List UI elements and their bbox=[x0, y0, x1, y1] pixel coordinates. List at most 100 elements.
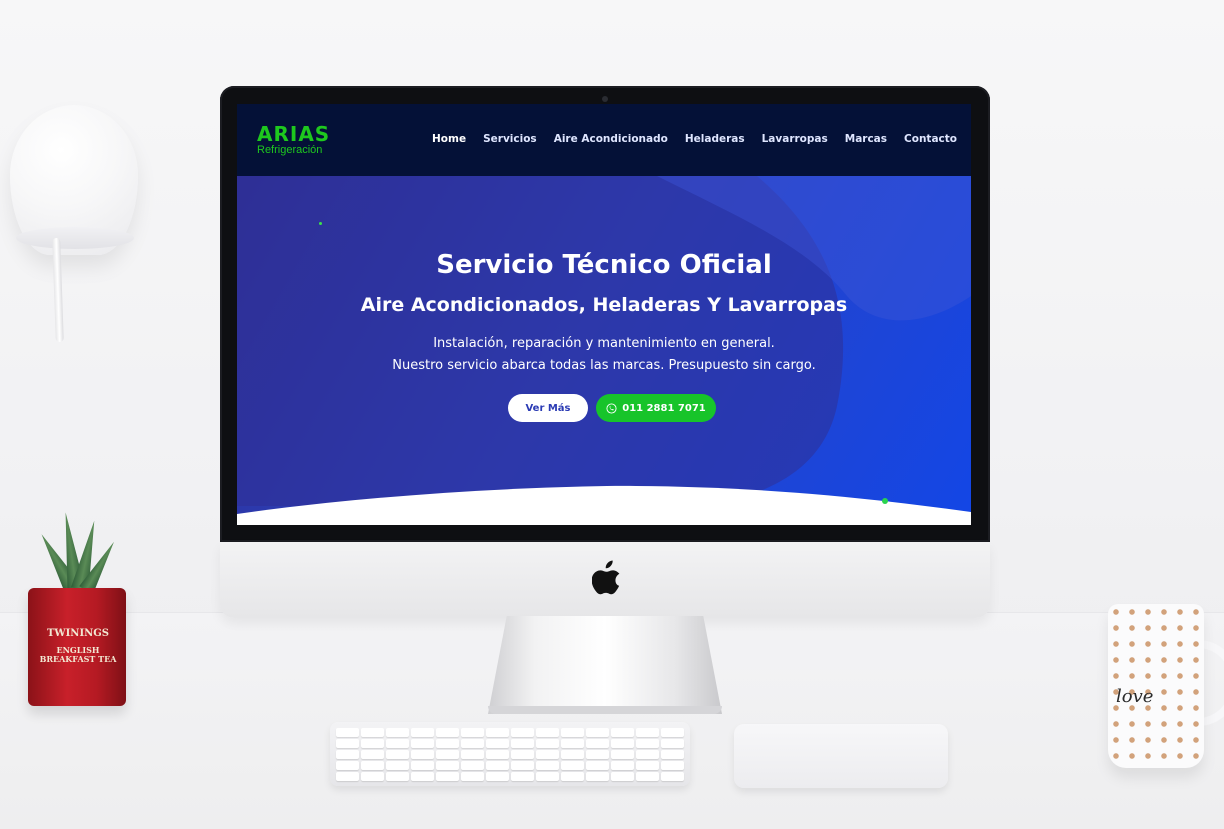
keyboard-key bbox=[411, 750, 434, 759]
mug-text: love bbox=[1116, 686, 1154, 707]
keyboard-key bbox=[336, 750, 359, 759]
keyboard-key bbox=[386, 761, 409, 770]
keyboard-key bbox=[511, 772, 534, 781]
keyboard-key bbox=[461, 739, 484, 748]
desk-lamp-shade bbox=[10, 105, 138, 255]
keyboard-key bbox=[661, 739, 684, 748]
keyboard-key bbox=[361, 728, 384, 737]
keyboard bbox=[330, 722, 690, 786]
keyboard-key bbox=[586, 750, 609, 759]
keyboard-key bbox=[361, 739, 384, 748]
keyboard-key bbox=[386, 739, 409, 748]
keyboard-key bbox=[611, 728, 634, 737]
keyboard-key bbox=[436, 739, 459, 748]
nav-heladeras[interactable]: Heladeras bbox=[685, 133, 745, 145]
nav-aire-acondicionado[interactable]: Aire Acondicionado bbox=[554, 133, 668, 145]
hero-description-line-2: Nuestro servicio abarca todas las marcas… bbox=[392, 358, 816, 373]
keyboard-key bbox=[561, 739, 584, 748]
keyboard-key bbox=[461, 728, 484, 737]
keyboard-key bbox=[361, 750, 384, 759]
nav-home[interactable]: Home bbox=[432, 133, 466, 145]
hero-section: Servicio Técnico Oficial Aire Acondicion… bbox=[237, 176, 971, 525]
keyboard-key bbox=[361, 761, 384, 770]
keyboard-key bbox=[636, 728, 659, 737]
site-logo-subtitle[interactable]: Refrigeración bbox=[257, 144, 322, 156]
keyboard-key bbox=[511, 739, 534, 748]
keyboard-key bbox=[336, 728, 359, 737]
keyboard-key bbox=[536, 728, 559, 737]
keyboard-key bbox=[511, 728, 534, 737]
keyboard-key bbox=[336, 739, 359, 748]
main-nav: Home Servicios Aire Acondicionado Helade… bbox=[415, 133, 957, 145]
keyboard-key bbox=[411, 739, 434, 748]
keyboard-key bbox=[561, 750, 584, 759]
keyboard-key bbox=[536, 750, 559, 759]
keyboard-key bbox=[536, 761, 559, 770]
keyboard-key bbox=[586, 728, 609, 737]
trackpad bbox=[734, 724, 948, 788]
keyboard-key bbox=[536, 772, 559, 781]
keyboard-key bbox=[636, 772, 659, 781]
tea-tin-brand: TWININGS bbox=[46, 628, 110, 639]
keyboard-key bbox=[461, 750, 484, 759]
keyboard-key bbox=[411, 772, 434, 781]
hero-description-line-1: Instalación, reparación y mantenimiento … bbox=[433, 336, 775, 351]
keyboard-key bbox=[486, 772, 509, 781]
keyboard-key bbox=[586, 739, 609, 748]
keyboard-key bbox=[661, 750, 684, 759]
keyboard-key bbox=[461, 761, 484, 770]
keyboard-key bbox=[486, 728, 509, 737]
keyboard-key bbox=[436, 750, 459, 759]
keyboard-key bbox=[661, 761, 684, 770]
keyboard-key bbox=[586, 761, 609, 770]
nav-servicios[interactable]: Servicios bbox=[483, 133, 537, 145]
keyboard-key bbox=[586, 772, 609, 781]
phone-number: 011 2881 7071 bbox=[622, 402, 706, 414]
keyboard-key bbox=[661, 772, 684, 781]
keyboard-key bbox=[561, 761, 584, 770]
nav-marcas[interactable]: Marcas bbox=[845, 133, 887, 145]
keyboard-key bbox=[336, 761, 359, 770]
keyboard-key bbox=[336, 772, 359, 781]
hero-title: Servicio Técnico Oficial bbox=[436, 250, 772, 280]
keyboard-key bbox=[486, 750, 509, 759]
nav-lavarropas[interactable]: Lavarropas bbox=[762, 133, 828, 145]
keyboard-key bbox=[636, 761, 659, 770]
hero-subtitle: Aire Acondicionados, Heladeras Y Lavarro… bbox=[360, 294, 848, 316]
keyboard-key bbox=[636, 739, 659, 748]
decorative-dot bbox=[882, 498, 888, 504]
monitor-stand-base bbox=[488, 706, 722, 714]
keyboard-key bbox=[411, 728, 434, 737]
keyboard-key bbox=[611, 739, 634, 748]
keyboard-key bbox=[386, 750, 409, 759]
whatsapp-icon bbox=[606, 402, 617, 414]
keyboard-key bbox=[411, 761, 434, 770]
ver-mas-button[interactable]: Ver Más bbox=[508, 394, 588, 422]
keyboard-key bbox=[661, 728, 684, 737]
keyboard-key bbox=[436, 772, 459, 781]
keyboard-key bbox=[611, 761, 634, 770]
site-header: ARIAS Refrigeración Home Servicios Aire … bbox=[237, 104, 971, 176]
keyboard-key bbox=[486, 739, 509, 748]
whatsapp-call-button[interactable]: 011 2881 7071 bbox=[596, 394, 716, 422]
keyboard-key bbox=[436, 728, 459, 737]
camera-icon bbox=[602, 96, 608, 102]
keyboard-key bbox=[386, 728, 409, 737]
keyboard-key bbox=[611, 750, 634, 759]
site-logo-title[interactable]: ARIAS bbox=[257, 122, 330, 146]
nav-contacto[interactable]: Contacto bbox=[904, 133, 957, 145]
keyboard-key bbox=[436, 761, 459, 770]
monitor-stand bbox=[488, 616, 722, 714]
keyboard-key bbox=[386, 772, 409, 781]
keyboard-key bbox=[561, 728, 584, 737]
keyboard-key bbox=[486, 761, 509, 770]
keyboard-key bbox=[536, 739, 559, 748]
apple-logo-icon bbox=[592, 560, 620, 595]
keyboard-key bbox=[636, 750, 659, 759]
keyboard-key bbox=[611, 772, 634, 781]
keyboard-key bbox=[361, 772, 384, 781]
keyboard-key bbox=[511, 750, 534, 759]
keyboard-key bbox=[511, 761, 534, 770]
keyboard-key bbox=[461, 772, 484, 781]
monitor-screen: ARIAS Refrigeración Home Servicios Aire … bbox=[237, 104, 971, 525]
